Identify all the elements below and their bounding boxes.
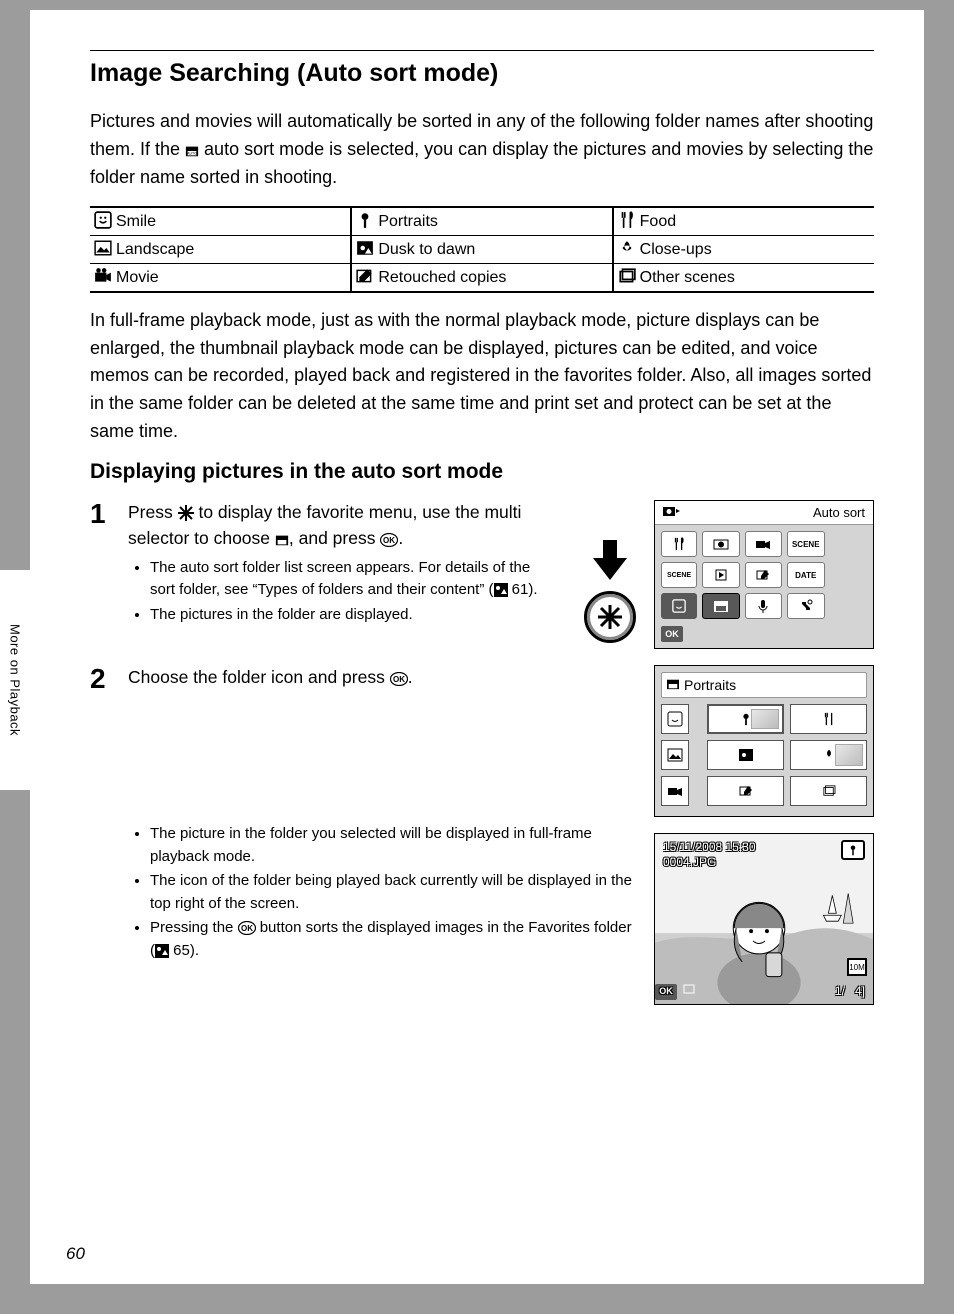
camera-icon: [663, 505, 681, 520]
autosort-icon: AUTO: [185, 144, 199, 158]
menu-movie: [745, 531, 783, 557]
step-2-bullets: The picture in the folder you selected w…: [128, 823, 634, 962]
cell-label: Close-ups: [640, 241, 712, 258]
cell-label: Other scenes: [640, 269, 735, 286]
ok-icon: OK: [238, 921, 256, 935]
pf-retouch: [707, 776, 784, 806]
folder-table: Smile Portraits Food Landscape Dusk to d…: [90, 206, 874, 293]
step-1-text: Press to display the favorite menu, use …: [128, 500, 550, 551]
step-2: 2 Choose the folder icon and press OK. P…: [90, 665, 874, 1005]
pf-smile: [661, 704, 689, 734]
portraits-folder-screen: Portraits: [654, 665, 874, 817]
page-number: 60: [66, 1244, 85, 1264]
step-1-figure: Auto sort SCENE SCENE DATE: [574, 500, 874, 649]
svg-text:AUTO: AUTO: [187, 151, 197, 155]
step-2-text: Choose the folder icon and press OK.: [128, 665, 634, 690]
step-number: 2: [90, 665, 114, 1005]
ok-badge: OK: [655, 984, 677, 1000]
menu-autosort-selected: [702, 593, 740, 619]
step-number: 1: [90, 500, 114, 649]
autosort-icon: [275, 533, 289, 547]
movie-icon: [94, 268, 112, 284]
star-icon: [178, 505, 194, 521]
menu-title: Auto sort: [813, 505, 865, 520]
menu-camera: [702, 531, 740, 557]
ok-icon: OK: [380, 533, 398, 547]
landscape-icon: [94, 240, 112, 256]
menu-side-smile: [661, 593, 697, 619]
pf-landscape: [661, 740, 689, 770]
step-1-bullets: The auto sort folder list screen appears…: [128, 557, 550, 627]
other-icon: [618, 268, 636, 284]
section-subtitle: Displaying pictures in the auto sort mod…: [90, 460, 874, 484]
cell-label: Landscape: [116, 241, 194, 258]
portrait-badge-icon: [841, 840, 865, 860]
playback-filename: 0004.JPG: [663, 855, 756, 869]
pf-portrait-selected: [707, 704, 784, 734]
down-arrow-icon: [593, 540, 627, 580]
pf-movie: [661, 776, 689, 806]
intro-paragraph: Pictures and movies will automatically b…: [90, 108, 874, 192]
food-icon: [618, 212, 636, 228]
menu-voice: [745, 593, 783, 619]
svg-text:OK: OK: [383, 536, 395, 545]
playback-screen: 15/11/2008 15:30 0004.JPG 10M OK 1/ 4]: [654, 833, 874, 1005]
pf-dusk: [707, 740, 784, 770]
portrait-icon: [356, 212, 374, 228]
dusk-icon: [356, 240, 374, 256]
svg-text:OK: OK: [393, 675, 405, 684]
page-ref-icon: [155, 944, 169, 958]
menu-scene: SCENE: [787, 531, 825, 557]
cell-label: Movie: [116, 269, 159, 286]
playback-paragraph: In full-frame playback mode, just as wit…: [90, 307, 874, 446]
ok-icon: OK: [390, 672, 408, 686]
pf-food: [790, 704, 867, 734]
menu-retouch: [745, 562, 783, 588]
closeup-icon: [618, 240, 636, 256]
frame-total: 4: [855, 984, 862, 998]
cell-label: Smile: [116, 213, 156, 230]
pf-other: [790, 776, 867, 806]
autosort-icon: [666, 675, 680, 695]
retouch-icon: [356, 268, 374, 284]
section-tab: More on Playback: [0, 570, 30, 790]
smile-icon: [94, 212, 112, 228]
manual-page: Image Searching (Auto sort mode) Picture…: [30, 10, 924, 1284]
menu-side-food: [661, 531, 697, 557]
pf-closeup: [790, 740, 867, 770]
rule: [90, 50, 874, 51]
star-button: [584, 591, 636, 643]
menu-setup: [787, 593, 825, 619]
cell-label: Portraits: [378, 213, 438, 230]
menu-date: DATE: [787, 562, 825, 588]
resolution-badge: 10M: [847, 958, 867, 976]
cell-label: Food: [640, 213, 676, 230]
fav-icon: [683, 983, 697, 1000]
folder-title: Portraits: [684, 675, 736, 695]
cell-label: Dusk to dawn: [378, 241, 475, 258]
svg-text:OK: OK: [241, 924, 253, 933]
page-title: Image Searching (Auto sort mode): [90, 59, 874, 88]
step-1: 1 Press to display the favorite menu, us…: [90, 500, 874, 649]
cell-label: Retouched copies: [378, 269, 506, 286]
ok-badge: OK: [661, 626, 683, 642]
steps: 1 Press to display the favorite menu, us…: [90, 500, 874, 1005]
page-ref-icon: [494, 583, 508, 597]
autosort-menu-screen: Auto sort SCENE SCENE DATE: [654, 500, 874, 649]
playback-date: 15/11/2008 15:30: [663, 840, 756, 854]
frame-index: 1/: [835, 984, 845, 998]
menu-play: [702, 562, 740, 588]
menu-side-scene: SCENE: [661, 562, 697, 588]
